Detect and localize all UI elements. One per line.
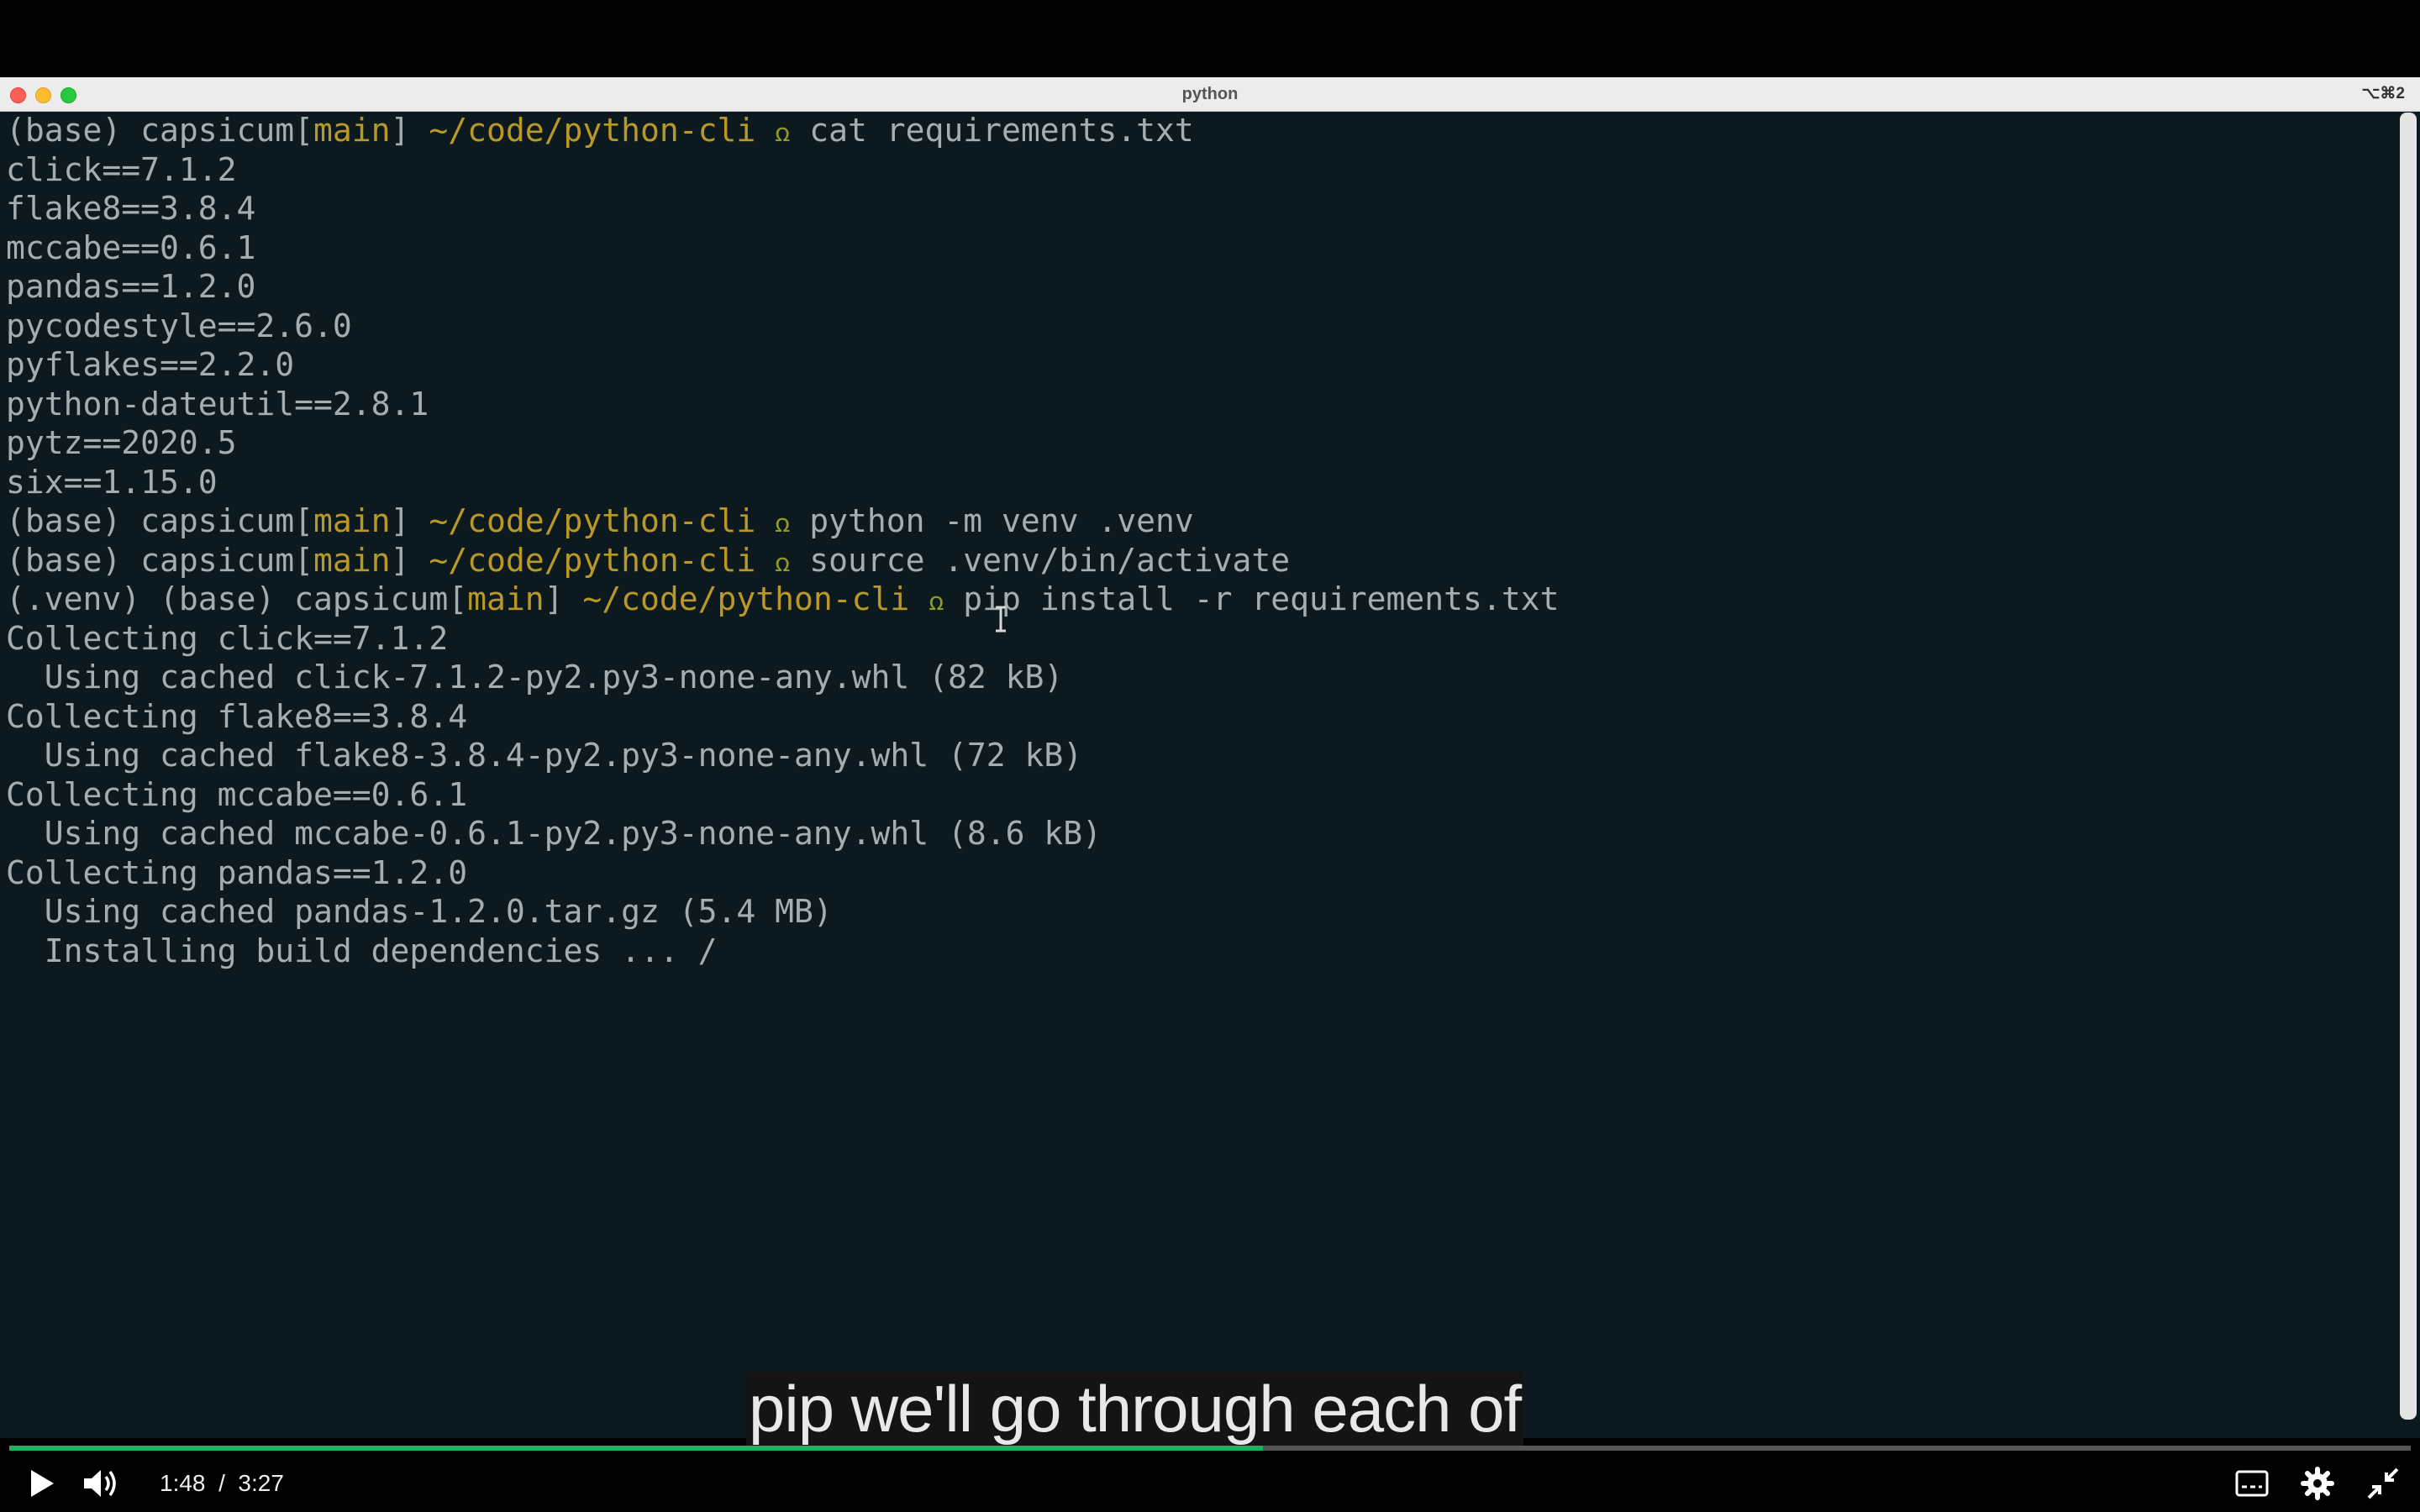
output-line: Collecting flake8==3.8.4	[6, 697, 468, 735]
exit-fullscreen-icon[interactable]	[2366, 1467, 2400, 1500]
terminal-output[interactable]: (base) capsicum[main] ~/code/python-cli …	[6, 111, 2392, 1421]
output-line: Installing build dependencies ... /	[6, 932, 718, 969]
output-line: python-dateutil==2.8.1	[6, 385, 429, 423]
prompt-line: (base) capsicum[main] ~/code/python-cli …	[6, 541, 1291, 579]
prompt-line: (.venv) (base) capsicum[main] ~/code/pyt…	[6, 580, 1560, 617]
output-line: Using cached pandas-1.2.0.tar.gz (5.4 MB…	[6, 893, 833, 930]
progress-fill	[9, 1446, 1263, 1451]
prompt-glyph-icon: ꭥ	[929, 587, 944, 617]
player-controls: 1:48 / 3:27	[0, 1455, 2420, 1512]
prompt-glyph-icon: ꭥ	[775, 548, 791, 578]
output-line: pytz==2020.5	[6, 424, 237, 461]
output-line: Collecting mccabe==0.6.1	[6, 775, 468, 813]
output-line: click==7.1.2	[6, 150, 237, 188]
output-line: pandas==1.2.0	[6, 268, 256, 305]
time-current: 1:48	[160, 1470, 206, 1496]
prompt-glyph-icon: ꭥ	[775, 509, 791, 538]
prompt-line: (base) capsicum[main] ~/code/python-cli …	[6, 502, 1194, 539]
output-line: Collecting pandas==1.2.0	[6, 853, 468, 891]
output-line: flake8==3.8.4	[6, 190, 256, 227]
output-line: Using cached click-7.1.2-py2.py3-none-an…	[6, 659, 1064, 696]
terminal-window: python ⌥⌘2 (base) capsicum[main] ~/code/…	[0, 77, 2420, 1438]
time-separator: /	[218, 1470, 225, 1496]
prompt-glyph-icon: ꭥ	[775, 118, 791, 148]
terminal-scrollbar[interactable]	[2400, 113, 2417, 1420]
time-display: 1:48 / 3:27	[160, 1455, 284, 1512]
output-line: mccabe==0.6.1	[6, 228, 256, 266]
title-bar: python ⌥⌘2	[0, 77, 2420, 112]
output-line: pyflakes==2.2.0	[6, 346, 295, 383]
output-line: Using cached flake8-3.8.4-py2.py3-none-a…	[6, 737, 1083, 774]
window-shortcut: ⌥⌘2	[2361, 85, 2405, 102]
output-line: six==1.15.0	[6, 463, 218, 501]
window-title: python	[1181, 85, 1239, 103]
subtitles-icon[interactable]	[2235, 1470, 2269, 1497]
video-caption: pip we'll go through each of	[746, 1372, 1524, 1446]
settings-icon[interactable]	[2301, 1467, 2334, 1500]
play-icon[interactable]	[29, 1468, 55, 1499]
output-line: pycodestyle==2.6.0	[6, 307, 352, 344]
volume-icon[interactable]	[82, 1467, 119, 1500]
output-line: Collecting click==7.1.2	[6, 619, 449, 657]
text-cursor-icon	[996, 606, 1006, 633]
prompt-line: (base) capsicum[main] ~/code/python-cli …	[6, 112, 1194, 149]
progress-bar[interactable]	[9, 1446, 2411, 1451]
output-line: Using cached mccabe-0.6.1-py2.py3-none-a…	[6, 815, 1102, 852]
time-total: 3:27	[238, 1470, 284, 1496]
